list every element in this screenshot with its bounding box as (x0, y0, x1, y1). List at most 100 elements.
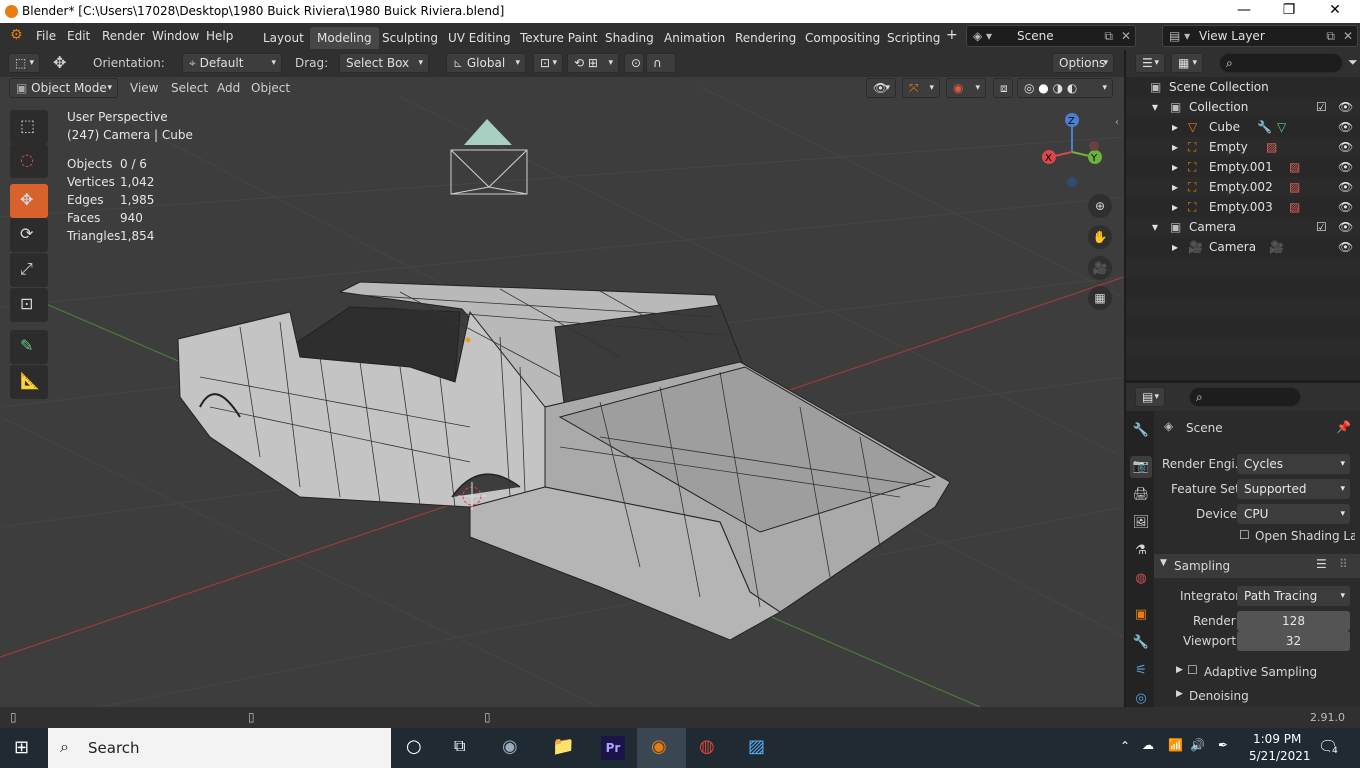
scale-tool[interactable]: ⤢ (10, 253, 48, 287)
close-button[interactable]: ✕ (1312, 2, 1358, 18)
windows-start-icon[interactable]: ⊞ (14, 737, 29, 758)
outliner-item-camera[interactable]: ▸ 🎥 Camera 🎥 👁 (1126, 237, 1360, 257)
maximize-button[interactable]: ❐ (1266, 2, 1312, 18)
photos-icon[interactable]: ▨ (748, 736, 772, 760)
outliner-item-cube[interactable]: ▸ ▽ Cube 🔧 ▽ 👁 (1126, 117, 1360, 137)
pen-workspace-icon[interactable]: ✒ (1218, 738, 1228, 752)
orientation-dropdown[interactable]: ⌖ Default ▾ (182, 53, 282, 73)
taskbar-search-box[interactable]: ⌕ Search (48, 728, 391, 768)
tool-tab-icon[interactable]: 🔧 (1130, 420, 1152, 442)
zoom-icon[interactable]: ⊕ (1088, 194, 1112, 218)
visibility-dropdown[interactable]: 👁 ▾ (866, 78, 896, 98)
tab-sculpting[interactable]: Sculpting (375, 27, 445, 49)
object-tab-icon[interactable]: ▣ (1130, 604, 1152, 626)
viewport-menu-add[interactable]: Add (217, 81, 240, 95)
tab-shading[interactable]: Shading (598, 27, 661, 49)
menu-window[interactable]: Window (152, 29, 199, 43)
feature-set-dropdown[interactable]: Supported ▾ (1237, 479, 1350, 499)
3d-viewport[interactable]: Z Y X ▣ Object Mode ▾ View Select Add Obj… (0, 77, 1124, 707)
scene-selector[interactable]: ◈ ▾ Scene ⧉ ✕ (966, 25, 1136, 47)
denoising-panel-header[interactable]: Denoising (1189, 689, 1249, 703)
shading-mode-buttons[interactable]: ◎ ● ◑ ◐ ▾ (1017, 78, 1113, 98)
filter-icon[interactable]: ⏷ (1348, 55, 1358, 70)
outliner-item-empty-002[interactable]: ▸ ⛶ Empty.002 ▨ 👁 (1126, 177, 1360, 197)
viewport-samples-field[interactable]: 32 (1237, 631, 1350, 651)
add-workspace-icon[interactable]: + (946, 27, 958, 43)
render-samples-field[interactable]: 128 (1237, 611, 1350, 631)
pan-hand-icon[interactable]: ✋ (1088, 225, 1112, 249)
outliner-search-input[interactable]: ⌕ (1219, 53, 1343, 73)
outliner-filter-dropdown[interactable]: ▦ ▾ (1171, 53, 1203, 73)
select-mode-dropdown[interactable]: ⬚ ▾ (8, 53, 40, 73)
sidebar-toggle-icon[interactable]: ‹ (1115, 117, 1119, 128)
outliner-item-camera-collection[interactable]: ▾ ▣ Camera ☑ 👁 (1126, 217, 1360, 237)
tab-animation[interactable]: Animation (657, 27, 732, 49)
render-engine-dropdown[interactable]: Cycles ▾ (1237, 454, 1350, 474)
overlay-toggle[interactable]: ◉ ▾ (946, 78, 986, 98)
render-tab-icon[interactable]: 📷 (1130, 456, 1152, 478)
outliner-scene-collection[interactable]: ▣ Scene Collection (1126, 77, 1360, 97)
open-shading-checkbox[interactable]: ☐ (1239, 528, 1250, 542)
gizmo-toggle[interactable]: ⤧ ▾ (902, 78, 940, 98)
clock-time[interactable]: 1:09 PM (1253, 732, 1301, 746)
tab-rendering[interactable]: Rendering (728, 27, 803, 49)
annotate-tool[interactable]: ✎ (10, 330, 48, 364)
tab-modeling[interactable]: Modeling (310, 27, 379, 49)
proportional-falloff-dropdown[interactable]: ∩ (646, 53, 676, 73)
pin-icon[interactable]: 📌 (1336, 420, 1351, 434)
new-scene-icon[interactable]: ⧉ (1104, 26, 1113, 46)
drag-dropdown[interactable]: Select Box ▾ (339, 53, 429, 73)
tab-uv-editing[interactable]: UV Editing (441, 27, 518, 49)
select-box-tool[interactable]: ⬚ (10, 110, 48, 144)
network-icon[interactable]: 📶 (1168, 738, 1183, 752)
menu-edit[interactable]: Edit (67, 29, 90, 43)
menu-render[interactable]: Render (102, 29, 145, 43)
viewport-menu-select[interactable]: Select (171, 81, 208, 95)
clock-date[interactable]: 5/21/2021 (1249, 749, 1311, 763)
steam-icon[interactable]: ◉ (502, 736, 526, 760)
view-layer-tab-icon[interactable]: 🖼 (1130, 512, 1152, 534)
blender-taskbar-item[interactable]: ◉ (637, 728, 686, 768)
viewport-scene[interactable]: Z Y X (0, 77, 1124, 707)
task-view-icon[interactable]: ⧉ (454, 736, 478, 760)
presets-icon[interactable]: ☰ (1316, 557, 1327, 571)
show-hidden-icons-icon[interactable]: ⌃ (1120, 739, 1130, 753)
tab-scripting[interactable]: Scripting (880, 27, 947, 49)
rotate-tool[interactable]: ⟳ (10, 218, 48, 252)
outliner-item-empty-003[interactable]: ▸ ⛶ Empty.003 ▨ 👁 (1126, 197, 1360, 217)
blender-menu-icon[interactable]: ⚙ (10, 27, 23, 43)
integrator-dropdown[interactable]: Path Tracing ▾ (1237, 586, 1350, 606)
transform-orientation-dropdown[interactable]: ⊾ Global ▾ (446, 53, 526, 73)
delete-scene-icon[interactable]: ✕ (1121, 26, 1131, 46)
sampling-panel-header[interactable]: ▼ Sampling ☰ ⠿ (1154, 554, 1360, 578)
options-dropdown[interactable]: Options ▾ (1052, 53, 1114, 73)
modifier-tab-icon[interactable]: 🔧 (1130, 632, 1152, 654)
menu-file[interactable]: File (36, 29, 56, 43)
object-mode-dropdown[interactable]: ▣ Object Mode ▾ (9, 78, 118, 98)
scene-tab-icon[interactable]: ⚗ (1130, 540, 1152, 562)
tab-compositing[interactable]: Compositing (798, 27, 887, 49)
adaptive-sampling-checkbox[interactable]: ☐ (1187, 663, 1198, 677)
particles-tab-icon[interactable]: ⚟ (1130, 660, 1152, 682)
viewport-menu-object[interactable]: Object (251, 81, 290, 95)
viewport-menu-view[interactable]: View (130, 81, 158, 95)
delete-view-layer-icon[interactable]: ✕ (1343, 26, 1353, 46)
tab-texture-paint[interactable]: Texture Paint (513, 27, 604, 49)
adaptive-sampling-label[interactable]: Adaptive Sampling (1204, 665, 1317, 679)
cursor-tool[interactable]: ◌ (10, 144, 48, 178)
tab-layout[interactable]: Layout (256, 27, 311, 49)
chrome-icon[interactable]: ◍ (699, 736, 723, 760)
drag-handle-icon[interactable]: ⠿ (1339, 557, 1348, 571)
cortana-icon[interactable]: ○ (406, 736, 430, 760)
menu-help[interactable]: Help (206, 29, 233, 43)
outliner-item-empty[interactable]: ▸ ⛶ Empty ▨ 👁 (1126, 137, 1360, 157)
measure-tool[interactable]: 📐 (10, 365, 48, 399)
ortho-grid-icon[interactable]: ▦ (1088, 286, 1112, 310)
premiere-pro-icon[interactable]: Pr (601, 736, 625, 760)
minimize-button[interactable]: — (1221, 2, 1267, 18)
properties-editor-dropdown[interactable]: ▤ ▾ (1135, 387, 1165, 407)
snap-dropdown[interactable]: ⟲ ⊞ ▾ (567, 53, 619, 73)
pivot-dropdown[interactable]: ⊡ ▾ (533, 53, 563, 73)
properties-search-input[interactable]: ⌕ (1189, 387, 1301, 407)
new-view-layer-icon[interactable]: ⧉ (1326, 26, 1335, 46)
